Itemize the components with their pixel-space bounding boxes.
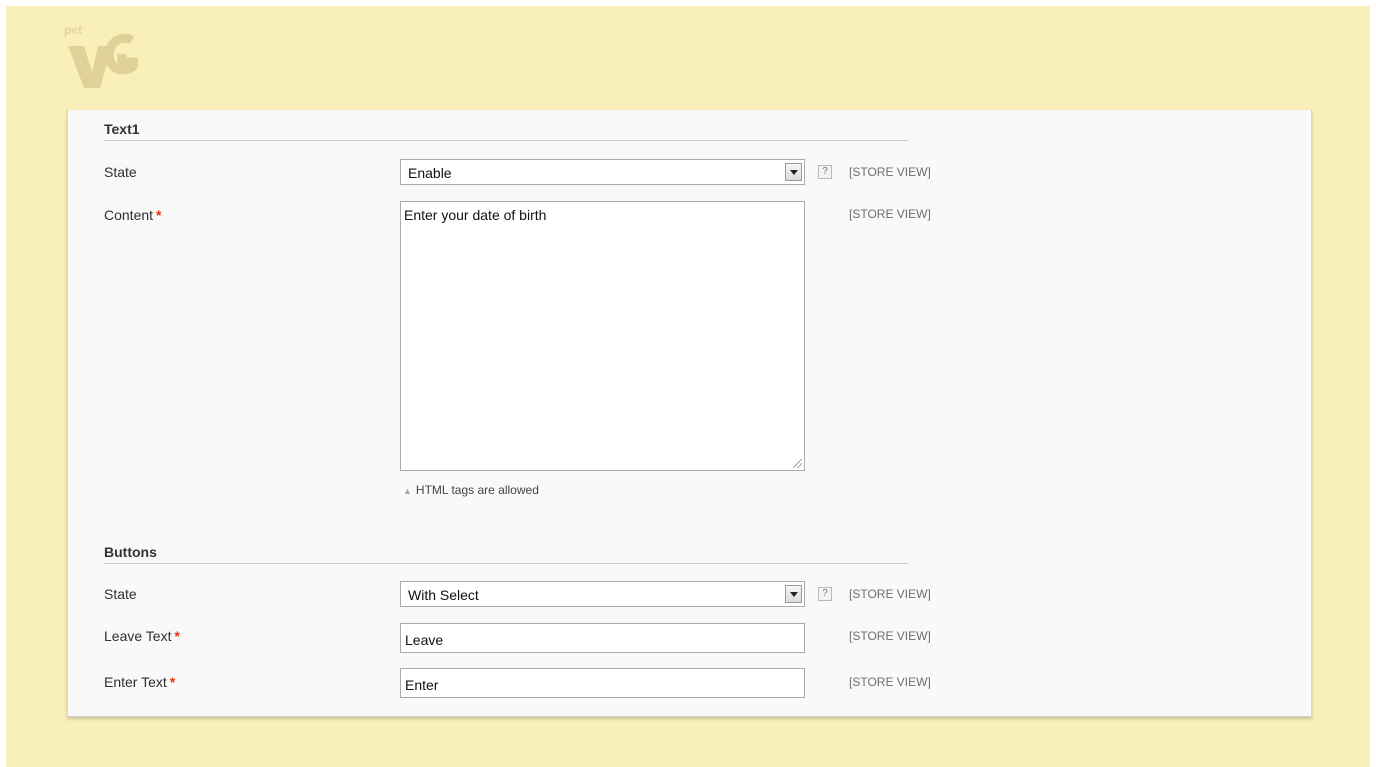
state-select-value: Enable <box>408 165 452 181</box>
svg-text:pet: pet <box>64 23 82 37</box>
content-textarea[interactable]: Enter your date of birth <box>400 201 805 471</box>
brand-logo: pet <box>62 22 143 92</box>
store-view-scope: [STORE VIEW] <box>849 587 931 601</box>
chevron-down-icon[interactable] <box>785 585 802 603</box>
enter-text-input[interactable]: Enter <box>400 668 805 698</box>
buttons-state-select-value: With Select <box>408 587 479 603</box>
enter-text-label: Enter Text * <box>104 674 175 690</box>
store-view-scope: [STORE VIEW] <box>849 207 931 221</box>
state-select[interactable]: Enable <box>400 159 805 185</box>
enter-text-label-text: Enter Text <box>104 674 167 690</box>
state-label: State <box>104 164 137 180</box>
required-marker: * <box>169 674 176 690</box>
help-icon[interactable]: ? <box>818 165 832 179</box>
buttons-state-label: State <box>104 586 137 602</box>
store-view-scope: [STORE VIEW] <box>849 629 931 643</box>
leave-text-input[interactable]: Leave <box>400 623 805 653</box>
section-title-buttons: Buttons <box>104 544 908 564</box>
plumrocket-logo-icon: pet <box>64 23 143 88</box>
content-note: ▲ HTML tags are allowed <box>403 483 539 497</box>
content-label: Content * <box>104 207 162 223</box>
leave-text-label-text: Leave Text <box>104 628 172 644</box>
store-view-scope: [STORE VIEW] <box>849 165 931 179</box>
settings-panel: Text1 State Enable ? [STORE VIEW] Conten… <box>67 110 1312 717</box>
store-view-scope: [STORE VIEW] <box>849 675 931 689</box>
help-icon[interactable]: ? <box>818 587 832 601</box>
section-title-text1: Text1 <box>104 121 908 141</box>
leave-text-label: Leave Text * <box>104 628 180 644</box>
buttons-state-select[interactable]: With Select <box>400 581 805 607</box>
required-marker: * <box>174 628 180 644</box>
content-note-text: HTML tags are allowed <box>415 483 539 497</box>
required-marker: * <box>156 207 162 223</box>
leave-text-value: Leave <box>405 632 444 648</box>
triangle-up-icon: ▲ <box>403 486 412 496</box>
enter-text-value: Enter <box>405 677 439 693</box>
chevron-down-icon[interactable] <box>785 163 802 181</box>
content-textarea-value: Enter your date of birth <box>404 207 547 223</box>
resize-handle-icon[interactable] <box>793 459 802 468</box>
content-label-text: Content <box>104 207 154 223</box>
